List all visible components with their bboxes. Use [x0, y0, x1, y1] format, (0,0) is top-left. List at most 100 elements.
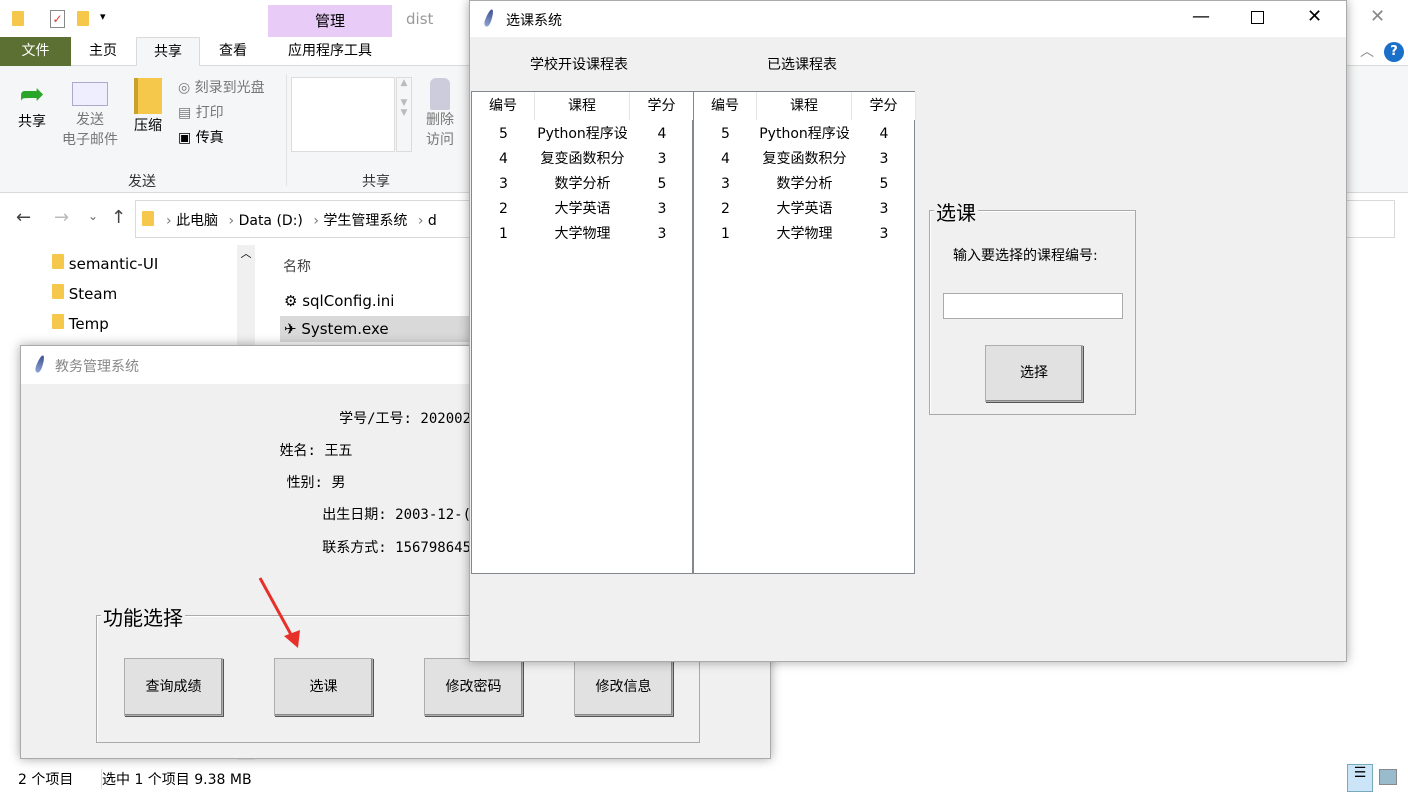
info-label: 联系方式: [322, 540, 387, 556]
query-grades-button[interactable]: 查询成绩 [124, 658, 223, 716]
print-button[interactable]: ▤ 打印 [178, 103, 224, 123]
table-cell: 3 [657, 226, 667, 242]
breadcrumb-item[interactable]: d [428, 213, 437, 229]
table-cell: 4 [721, 151, 730, 167]
recent-dropdown-icon[interactable]: ⌄ [88, 209, 98, 223]
table-row[interactable]: 5 Python程序设 4 [694, 122, 914, 147]
table-row[interactable]: 5 Python程序设 4 [472, 122, 692, 147]
folder-icon [12, 11, 24, 26]
table-cell: 4 [499, 151, 508, 167]
info-label: 姓名: [279, 443, 316, 459]
table-cell: 2 [721, 201, 730, 217]
burn-button[interactable]: ◎ 刻录到光盘 [178, 78, 265, 98]
table-row[interactable]: 1 大学物理 3 [472, 222, 692, 247]
table-row[interactable]: 2 大学英语 3 [694, 197, 914, 222]
table-row[interactable]: 4 复变函数积分 3 [472, 147, 692, 172]
table-cell: 5 [657, 176, 667, 192]
quick-access-dropdown-icon[interactable]: ▾ [100, 10, 106, 23]
table-cell: 大学英语 [776, 201, 833, 217]
table-cell: 3 [721, 176, 730, 192]
table-cell: 复变函数积分 [540, 151, 625, 167]
fax-label: 传真 [195, 130, 224, 146]
remove-label-2: 访问 [426, 132, 454, 148]
zip-button[interactable]: 压缩 [128, 78, 168, 136]
info-value: 202002 [420, 411, 471, 427]
breadcrumb-item[interactable]: 学生管理系统 [323, 213, 407, 229]
selected-courses-table[interactable]: 编号 课程 学分 5 Python程序设 4 4 复变函数积分 3 3 数学分析 5 2 大学英语 3 1 大学… [693, 91, 916, 574]
column-header[interactable]: 课程 [535, 92, 630, 120]
tab-app-tools[interactable]: 应用程序工具 [268, 37, 392, 66]
nav-item[interactable]: Temp [52, 314, 109, 333]
up-icon[interactable]: ↑ [111, 207, 126, 228]
table-row[interactable]: 4 复变函数积分 3 [694, 147, 914, 172]
nav-item-label: Temp [68, 315, 109, 333]
course-window: 选课系统 — ✕ 学校开设课程表 已选课程表 编号 课程 学分 5 Python程序设 4… [469, 0, 1347, 662]
table-cell: 5 [499, 126, 508, 142]
table-cell: 3 [879, 201, 889, 217]
table-row[interactable]: 1 大学物理 3 [694, 222, 914, 247]
status-bar: 2 个项目 选中 1 个项目 9.38 MB ☰ [0, 760, 1408, 794]
new-folder-icon[interactable] [77, 11, 89, 26]
offered-courses-table[interactable]: 编号 课程 学分 5 Python程序设 4 4 复变函数积分 3 3 数学分析 5 2 大学英语 3 1 大学… [471, 91, 694, 574]
info-label: 性别: [286, 475, 323, 491]
group-send-label: 发送 [128, 174, 156, 190]
remove-access-button[interactable]: 删除 访问 [420, 78, 460, 150]
column-header[interactable]: 课程 [757, 92, 852, 120]
table-cell: 3 [657, 151, 667, 167]
tab-home[interactable]: 主页 [71, 37, 135, 66]
back-icon[interactable]: ← [16, 207, 31, 228]
properties-icon[interactable]: ✓ [50, 10, 65, 28]
column-header-name[interactable]: 名称 [283, 256, 311, 276]
course-id-input[interactable] [943, 293, 1123, 319]
forward-icon[interactable]: → [54, 207, 69, 228]
maximize-icon[interactable] [1251, 11, 1264, 24]
tab-file[interactable]: 文件 [0, 37, 71, 66]
column-header[interactable]: 学分 [630, 92, 694, 120]
details-view-icon[interactable]: ☰ [1347, 764, 1373, 792]
tab-share[interactable]: 共享 [136, 37, 200, 67]
info-row: 联系方式: 156798645 [221, 532, 471, 565]
feather-icon [34, 354, 46, 374]
close-icon[interactable]: ✕ [1307, 6, 1322, 27]
info-value: 王五 [324, 443, 353, 459]
tab-view[interactable]: 查看 [200, 37, 266, 66]
breadcrumb: › 此电脑 › Data (D:) › 学生管理系统 › d [166, 213, 437, 229]
table-cell: 5 [879, 176, 889, 192]
help-icon[interactable]: ? [1384, 42, 1404, 62]
table-cell: 大学物理 [554, 226, 611, 242]
fax-button[interactable]: ▣ 传真 [178, 128, 224, 148]
file-item-selected[interactable]: ✈ System.exe [280, 316, 470, 342]
breadcrumb-item[interactable]: Data (D:) [239, 213, 303, 229]
print-label: 打印 [195, 105, 224, 121]
share-list-scroll[interactable]: ▲ ▼ ▼ [396, 77, 412, 152]
offered-courses-label: 学校开设课程表 [530, 57, 628, 73]
email-button[interactable]: 发送 电子邮件 [58, 82, 122, 150]
explorer-close-icon[interactable]: ✕ [1370, 6, 1385, 27]
table-row[interactable]: 3 数学分析 5 [694, 172, 914, 197]
table-row[interactable]: 2 大学英语 3 [472, 197, 692, 222]
table-cell: Python程序设 [759, 126, 850, 142]
share-list[interactable] [291, 77, 395, 152]
red-arrow-annotation [258, 577, 300, 648]
column-header[interactable]: 编号 [694, 92, 757, 120]
email-label-2: 电子邮件 [62, 132, 118, 148]
large-icons-view-icon[interactable] [1379, 769, 1397, 785]
selected-courses-label: 已选课程表 [767, 57, 837, 73]
breadcrumb-item[interactable]: 此电脑 [176, 213, 218, 229]
table-row[interactable]: 3 数学分析 5 [472, 172, 692, 197]
collapse-ribbon-icon[interactable]: ︿ [1360, 41, 1374, 61]
table-cell: 4 [657, 126, 667, 142]
course-window-title: 选课系统 [506, 13, 562, 29]
nav-item[interactable]: Steam [52, 284, 117, 303]
nav-item[interactable]: semantic-UI [52, 254, 158, 273]
edit-info-button[interactable]: 修改信息 [574, 658, 673, 716]
table-cell: 3 [879, 226, 889, 242]
change-password-button[interactable]: 修改密码 [424, 658, 523, 716]
minimize-icon[interactable]: — [1192, 6, 1210, 27]
column-header[interactable]: 学分 [852, 92, 916, 120]
column-header[interactable]: 编号 [472, 92, 535, 120]
course-select-button[interactable]: 选课 [274, 658, 373, 716]
select-button[interactable]: 选择 [985, 345, 1083, 402]
file-item[interactable]: ⚙ sqlConfig.ini [284, 292, 394, 310]
share-button[interactable]: ➦ 共享 [8, 78, 56, 132]
